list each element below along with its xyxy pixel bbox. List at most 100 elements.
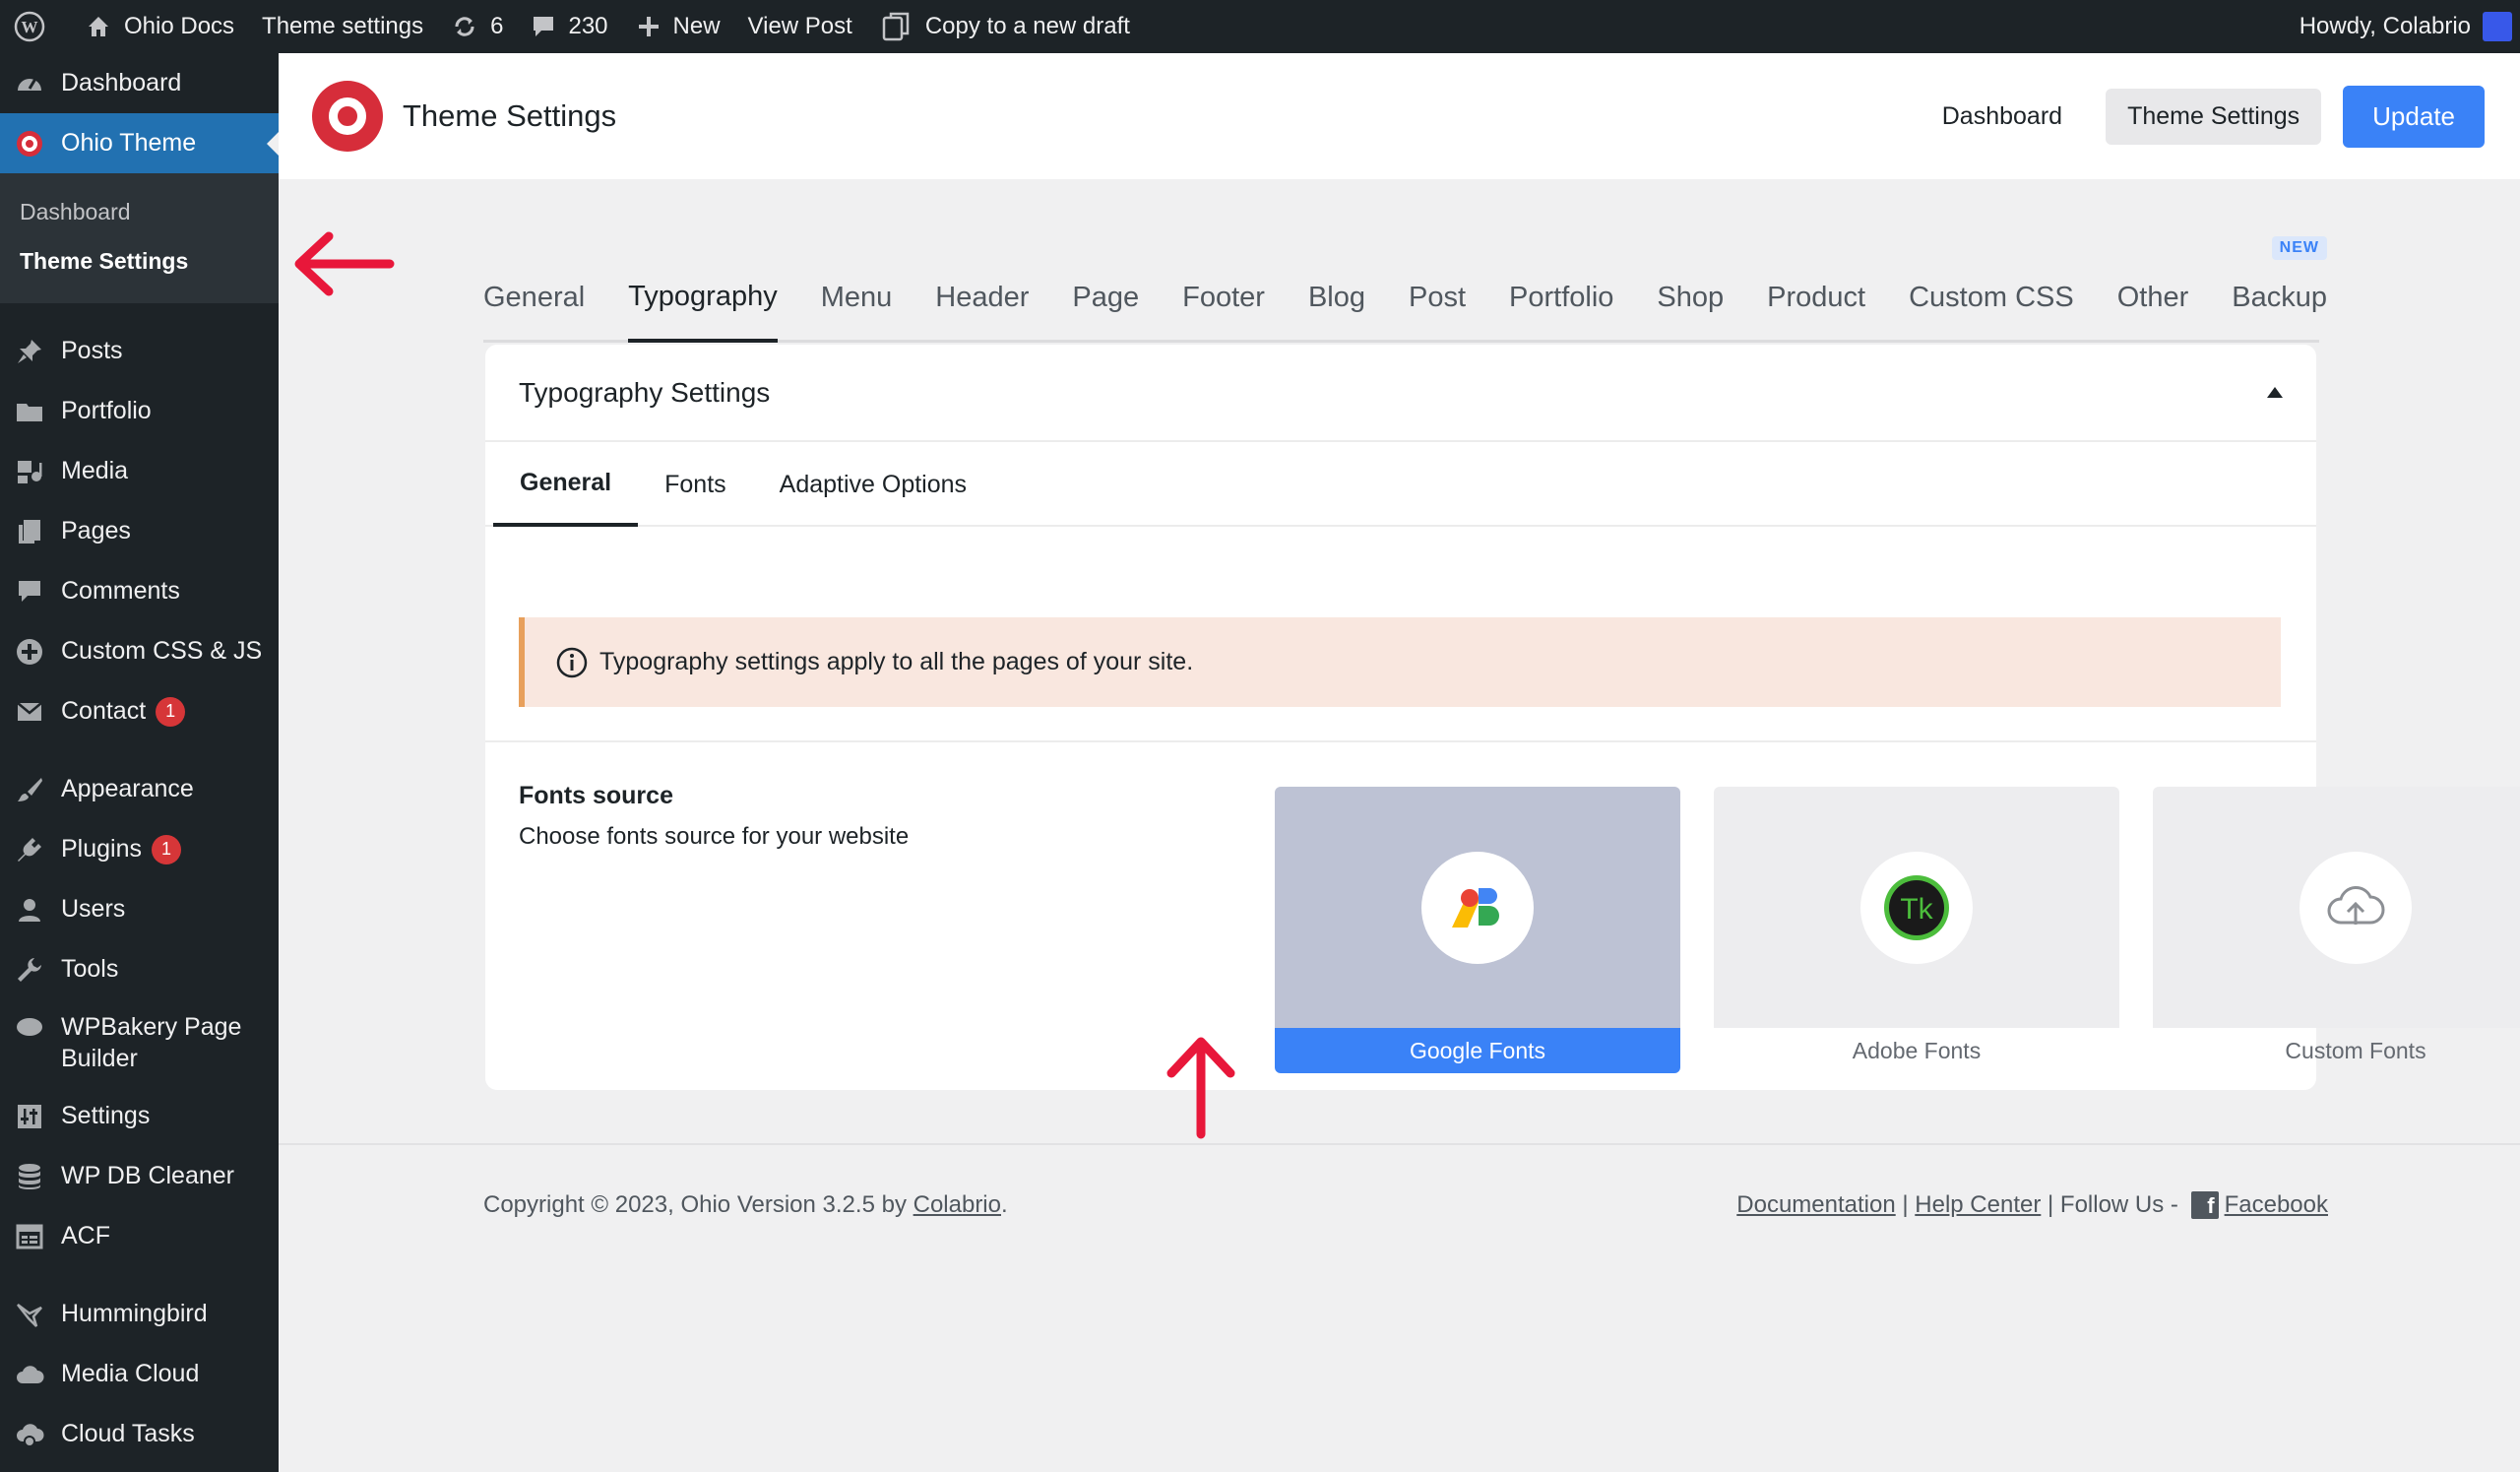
page-context-label: Theme settings	[262, 13, 424, 39]
google-fonts-option[interactable]: Google Fonts	[1275, 787, 1680, 1074]
sidebar-item-label: WPBakery Page Builder	[61, 1013, 242, 1072]
sidebar-item-label: ACF	[61, 1222, 110, 1249]
sidebar-item-hummingbird[interactable]: Hummingbird	[0, 1284, 279, 1344]
table-grid-icon	[14, 1221, 45, 1252]
updates-link[interactable]: 6	[437, 0, 517, 53]
sidebar-item-settings[interactable]: Settings	[0, 1086, 279, 1146]
tab-other[interactable]: Other	[2117, 282, 2189, 340]
sidebar-item-pages[interactable]: Pages	[0, 501, 279, 561]
copy-draft-link[interactable]: Copy to a new draft	[866, 0, 1144, 53]
contact-count-badge: 1	[156, 696, 186, 727]
tab-portfolio[interactable]: Portfolio	[1509, 282, 1613, 340]
tab-post[interactable]: Post	[1409, 282, 1466, 340]
tab-product[interactable]: Product	[1767, 282, 1865, 340]
tab-footer[interactable]: Footer	[1182, 282, 1265, 340]
colabrio-link[interactable]: Colabrio	[914, 1191, 1001, 1218]
sidebar-item-dashboard[interactable]: Dashboard	[0, 53, 279, 113]
submenu-item-theme-settings[interactable]: Theme Settings	[0, 236, 279, 286]
comments-count: 230	[568, 13, 608, 39]
panel-title: Typography Settings	[519, 376, 771, 408]
sidebar-item-wp-db-cleaner[interactable]: WP DB Cleaner	[0, 1146, 279, 1206]
copy-draft-label: Copy to a new draft	[924, 13, 1130, 39]
tab-shop[interactable]: Shop	[1657, 282, 1724, 340]
google-fonts-label: Google Fonts	[1275, 1028, 1680, 1073]
ohio-logo-icon	[14, 128, 45, 160]
sidebar-item-custom-css-js[interactable]: Custom CSS & JS	[0, 621, 279, 681]
fonts-source-description: Choose fonts source for your website	[519, 823, 910, 850]
sliders-icon	[14, 1101, 45, 1132]
admin-sidebar: Dashboard Ohio Theme Dashboard Theme Set…	[0, 53, 279, 1472]
sidebar-item-acf[interactable]: ACF	[0, 1206, 279, 1266]
subtab-general[interactable]: General	[493, 469, 639, 527]
tab-blog[interactable]: Blog	[1308, 282, 1365, 340]
user-icon	[14, 894, 45, 926]
sidebar-item-users[interactable]: Users	[0, 879, 279, 939]
tab-general[interactable]: General	[483, 282, 585, 340]
sidebar-item-label: WP DB Cleaner	[61, 1162, 234, 1189]
site-name-link[interactable]: Ohio Docs	[71, 0, 248, 53]
sidebar-item-label: Hummingbird	[61, 1300, 208, 1327]
footer-copyright: Copyright © 2023, Ohio Version 3.2.5 by …	[483, 1191, 1008, 1218]
submenu-item-dashboard[interactable]: Dashboard	[0, 187, 279, 236]
sidebar-item-media[interactable]: Media	[0, 441, 279, 501]
theme-settings-button[interactable]: Theme Settings	[2106, 88, 2322, 145]
sidebar-item-posts[interactable]: Posts	[0, 321, 279, 381]
tab-backup-label: Backup	[2232, 282, 2327, 313]
pushpin-icon	[14, 336, 45, 367]
wrench-icon	[14, 954, 45, 986]
sidebar-item-wpbakery[interactable]: WPBakery Page Builder	[0, 999, 279, 1086]
sidebar-item-comments[interactable]: Comments	[0, 561, 279, 621]
sidebar-item-cloud-tasks[interactable]: Cloud Tasks	[0, 1404, 279, 1464]
custom-fonts-option[interactable]: Custom Fonts	[2153, 787, 2520, 1074]
sidebar-item-label: Pages	[61, 517, 131, 544]
sidebar-item-label: Plugins	[61, 835, 142, 863]
sidebar-item-media-cloud[interactable]: Media Cloud	[0, 1344, 279, 1404]
tab-header[interactable]: Header	[935, 282, 1029, 340]
main-content: Theme Settings Dashboard Theme Settings …	[279, 53, 2520, 1472]
pages-icon	[14, 516, 45, 547]
panel-header[interactable]: Typography Settings	[485, 345, 2316, 442]
comments-link[interactable]: 230	[517, 0, 621, 53]
paintbrush-icon	[14, 774, 45, 805]
sidebar-item-label: Media Cloud	[61, 1360, 200, 1387]
new-label: New	[672, 13, 721, 39]
facebook-link[interactable]: Facebook	[2225, 1191, 2328, 1219]
tab-custom-css[interactable]: Custom CSS	[1909, 282, 2074, 340]
adobe-fonts-option[interactable]: Tk Adobe Fonts	[1714, 787, 2119, 1074]
account-menu[interactable]: Howdy, Colabrio	[2286, 0, 2520, 53]
folder-icon	[14, 396, 45, 427]
sidebar-item-label: Cloud Tasks	[61, 1420, 195, 1447]
tab-page[interactable]: Page	[1072, 282, 1139, 340]
sidebar-item-label: Comments	[61, 577, 180, 605]
sidebar-item-contact[interactable]: Contact 1	[0, 681, 279, 741]
wordpress-logo-icon[interactable]: W	[0, 0, 71, 53]
subtab-adaptive-options[interactable]: Adaptive Options	[753, 471, 993, 525]
sidebar-item-portfolio[interactable]: Portfolio	[0, 381, 279, 441]
sidebar-item-label: Tools	[61, 955, 119, 983]
help-center-link[interactable]: Help Center	[1915, 1191, 2041, 1219]
dashboard-button[interactable]: Dashboard	[1921, 89, 2084, 145]
tab-typography[interactable]: Typography	[628, 281, 778, 343]
facebook-icon[interactable]: f	[2190, 1191, 2219, 1219]
svg-text:W: W	[22, 18, 38, 36]
updates-count: 6	[490, 13, 504, 39]
update-button[interactable]: Update	[2343, 85, 2485, 148]
subtab-fonts[interactable]: Fonts	[638, 471, 753, 525]
annotation-arrow-up-icon	[1166, 1037, 1235, 1139]
page-context-link[interactable]: Theme settings	[248, 0, 437, 53]
fonts-source-title: Fonts source	[519, 782, 673, 809]
new-content-link[interactable]: New	[622, 0, 734, 53]
sidebar-item-label: Settings	[61, 1102, 151, 1129]
custom-fonts-label: Custom Fonts	[2285, 1037, 2426, 1063]
sidebar-item-ohio-theme[interactable]: Ohio Theme	[0, 113, 279, 173]
comment-bubble-icon	[534, 17, 554, 36]
collapse-triangle-icon[interactable]	[2267, 387, 2283, 398]
view-post-link[interactable]: View Post	[734, 0, 866, 53]
sidebar-item-tools[interactable]: Tools	[0, 939, 279, 999]
tab-menu[interactable]: Menu	[821, 282, 893, 340]
info-circle-icon	[556, 647, 588, 678]
tab-backup[interactable]: NEW Backup	[2232, 236, 2327, 340]
sidebar-item-plugins[interactable]: Plugins 1	[0, 819, 279, 879]
documentation-link[interactable]: Documentation	[1736, 1191, 1895, 1219]
sidebar-item-appearance[interactable]: Appearance	[0, 759, 279, 819]
